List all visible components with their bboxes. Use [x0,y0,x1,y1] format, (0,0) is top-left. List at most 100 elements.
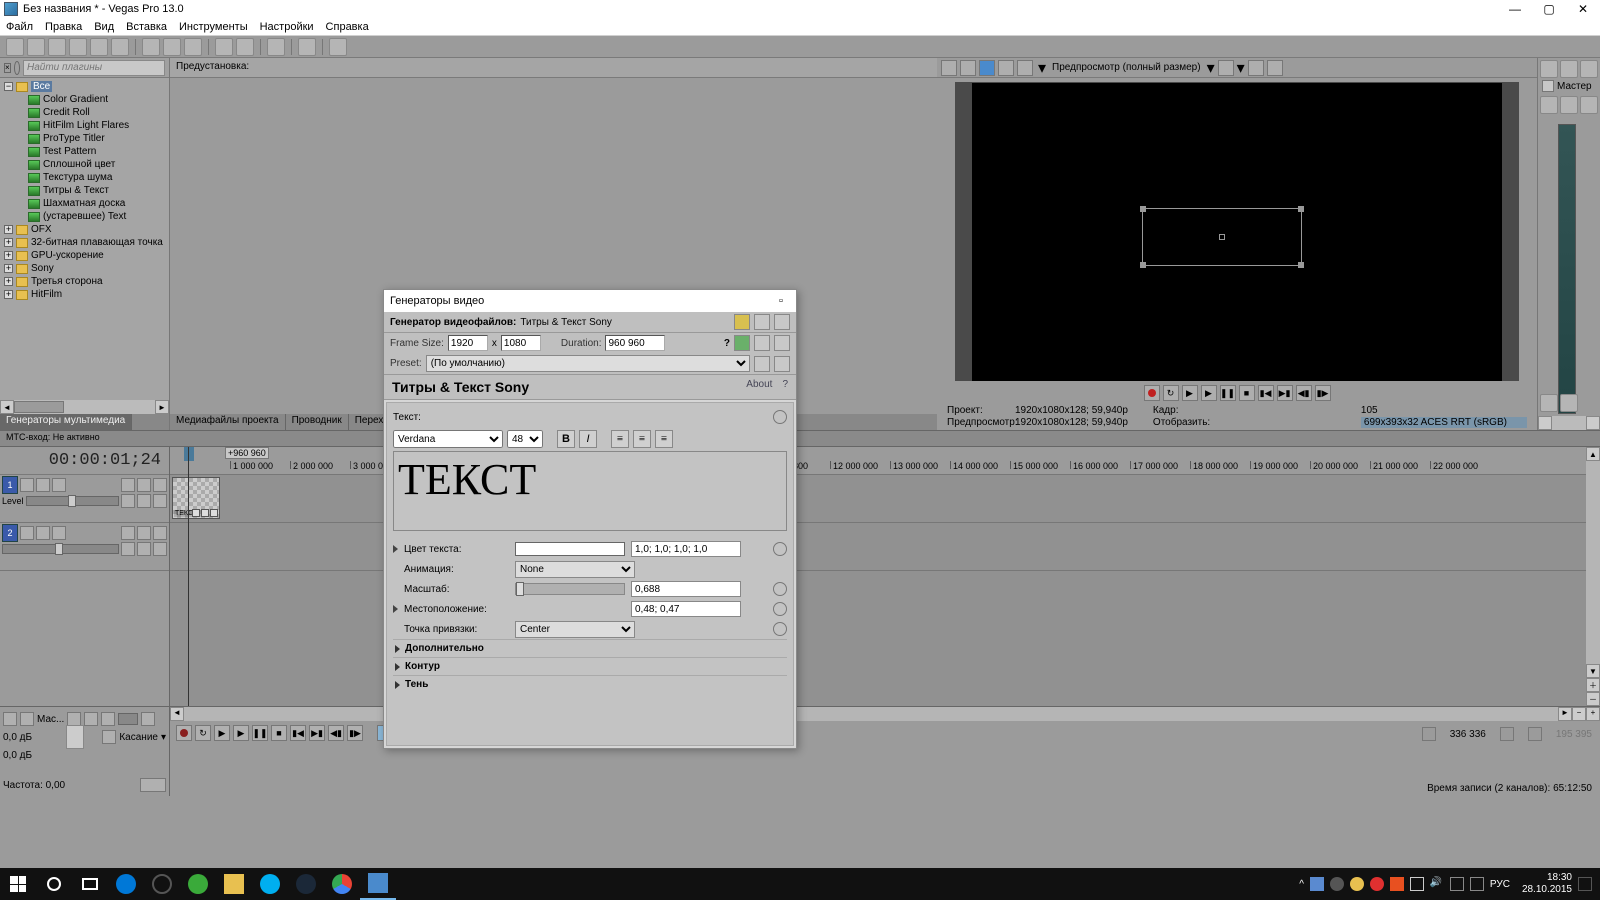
text-input[interactable]: ТЕКСТ [393,451,787,531]
solo-button[interactable] [137,526,151,540]
mute-button[interactable] [121,526,135,540]
close-icon[interactable]: × [4,63,11,73]
add-icon[interactable] [734,335,750,351]
go-end-button[interactable]: ▶▮ [1277,385,1293,401]
plugin-tree[interactable]: −Все Color Gradient Credit Roll HitFilm … [0,78,169,414]
track-btn[interactable] [153,494,167,508]
stop-button[interactable]: ■ [271,725,287,741]
tree-folder[interactable]: 32-битная плавающая точка [31,237,163,248]
audio-track-header[interactable]: 2 [0,523,169,571]
tool-button-6[interactable] [111,38,129,56]
taskbar-clock[interactable]: 18:3028.10.2015 [1522,872,1572,896]
font-select[interactable]: Verdana [393,430,503,448]
track-btn[interactable] [121,542,135,556]
play-from-start-button[interactable]: ▶ [1201,385,1217,401]
steam-icon[interactable] [288,868,324,900]
section-outline[interactable]: Контур [393,657,787,675]
skype-icon[interactable] [252,868,288,900]
play-button[interactable]: ▶ [1182,385,1198,401]
go-start-button[interactable]: ▮◀ [290,725,306,741]
animate-icon[interactable] [773,602,787,616]
status-icon[interactable] [1422,727,1436,741]
video-clip[interactable]: ТЕКСТ [172,477,220,519]
master-btn[interactable] [1560,96,1578,114]
status-icon[interactable] [1500,727,1514,741]
new-button[interactable] [6,38,24,56]
fader[interactable] [66,725,84,749]
prev-frame-button[interactable]: ◀▮ [1296,385,1312,401]
clip-pan-icon[interactable] [210,509,218,517]
anchor-select[interactable]: Center [515,621,635,638]
close-icon[interactable] [941,60,957,76]
mixer-btn[interactable] [20,712,34,726]
tray-icon[interactable] [1370,877,1384,891]
open-button[interactable] [27,38,45,56]
tool-button-b[interactable] [329,38,347,56]
tree-item[interactable]: Титры & Текст [43,185,109,196]
tree-folder[interactable]: OFX [31,224,52,235]
dialog-close-button[interactable]: ▫ [772,292,790,310]
battery-icon[interactable] [1450,877,1464,891]
scale-slider[interactable] [515,583,625,595]
system-tray[interactable]: ^ 🔊 РУС 18:3028.10.2015 [1291,872,1600,896]
pause-button[interactable]: ❚❚ [1220,385,1236,401]
help-link[interactable]: ? [782,379,788,395]
save-icon[interactable] [754,335,770,351]
track-btn[interactable] [52,526,66,540]
mixer-btn[interactable] [141,712,155,726]
master-btn[interactable] [1540,394,1558,412]
grid-icon[interactable] [754,314,770,330]
tree-scrollbar[interactable]: ◄► [0,400,169,414]
section-advanced[interactable]: Дополнительно [393,639,787,657]
tab-generators[interactable]: Генераторы мультимедиа [0,414,132,430]
tree-folder[interactable]: Sony [31,263,54,274]
tree-item[interactable]: Текстура шума [43,172,112,183]
track-btn[interactable] [52,478,66,492]
tray-icon[interactable] [1330,877,1344,891]
tray-chevron-icon[interactable]: ^ [1299,879,1304,890]
snap-label[interactable]: Касание [119,732,158,743]
expand-icon[interactable]: + [4,238,13,247]
fontsize-select[interactable]: 48 [507,430,543,448]
video-track-header[interactable]: 1 Level [0,475,169,523]
align-left-button[interactable]: ≡ [611,430,629,448]
volume-icon[interactable]: 🔊 [1430,877,1444,891]
language-indicator[interactable]: РУС [1490,879,1510,890]
loop-button[interactable]: ↻ [1163,385,1179,401]
tree-folder[interactable]: GPU-ускорение [31,250,104,261]
preview-button-6[interactable] [1248,60,1264,76]
edge-icon[interactable] [108,868,144,900]
track-btn[interactable] [36,478,50,492]
track-btn[interactable] [36,526,50,540]
mixer-btn[interactable] [101,712,115,726]
minimize-button[interactable]: — [1498,0,1532,18]
preview-quality-dropdown[interactable]: Предпросмотр (полный размер) [1052,62,1201,73]
tree-folder[interactable]: Третья сторона [31,276,103,287]
tree-item[interactable]: ProType Titler [43,133,105,144]
expand-icon[interactable]: + [4,251,13,260]
timecode[interactable]: 00:00:01;24 [49,451,161,470]
tray-icon[interactable] [1390,877,1404,891]
menu-insert[interactable]: Вставка [126,21,167,33]
animate-icon[interactable] [773,582,787,596]
italic-button[interactable]: I [579,430,597,448]
tree-item[interactable]: Credit Roll [43,107,90,118]
clip-gen-icon[interactable] [201,509,209,517]
status-icon[interactable] [1528,727,1542,741]
tab-explorer[interactable]: Проводник [286,414,349,430]
pause-button[interactable]: ❚❚ [252,725,268,741]
windows-taskbar[interactable]: ^ 🔊 РУС 18:3028.10.2015 [0,868,1600,900]
tree-item[interactable]: Test Pattern [43,146,96,157]
animate-icon[interactable] [773,410,787,424]
color-value[interactable] [631,541,741,557]
save-button[interactable] [48,38,66,56]
mixer-slider[interactable] [118,713,138,725]
tool-button-a[interactable] [298,38,316,56]
master-btn[interactable] [1580,96,1598,114]
tree-item[interactable]: (устаревшее) Text [43,211,126,222]
position-value[interactable] [631,601,741,617]
snap-button[interactable] [267,38,285,56]
text-bounding-box[interactable] [1142,208,1302,266]
expand-icon[interactable]: + [4,277,13,286]
tree-item[interactable]: Сплошной цвет [43,159,115,170]
